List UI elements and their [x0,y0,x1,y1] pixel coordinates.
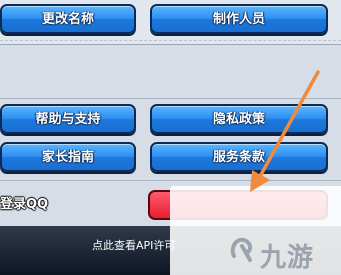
terms-of-service-button[interactable]: 服务条款 [150,142,328,172]
privacy-policy-button[interactable]: 隐私政策 [150,104,328,134]
credits-button[interactable]: 制作人员 [150,4,328,34]
qq-login-label: 登录QQ [0,197,49,212]
rename-button[interactable]: 更改名称 [0,4,136,34]
watermark-text: 九游 [260,243,315,273]
dashed-divider [0,40,341,41]
jiuyou-logo-icon [230,237,253,262]
section-divider-2 [0,180,341,181]
section-divider [0,98,341,99]
parent-guide-button[interactable]: 家长指南 [0,142,136,172]
api-license-link[interactable]: 点此查看API许可 [92,237,175,253]
help-support-button[interactable]: 帮助与支持 [0,104,136,134]
